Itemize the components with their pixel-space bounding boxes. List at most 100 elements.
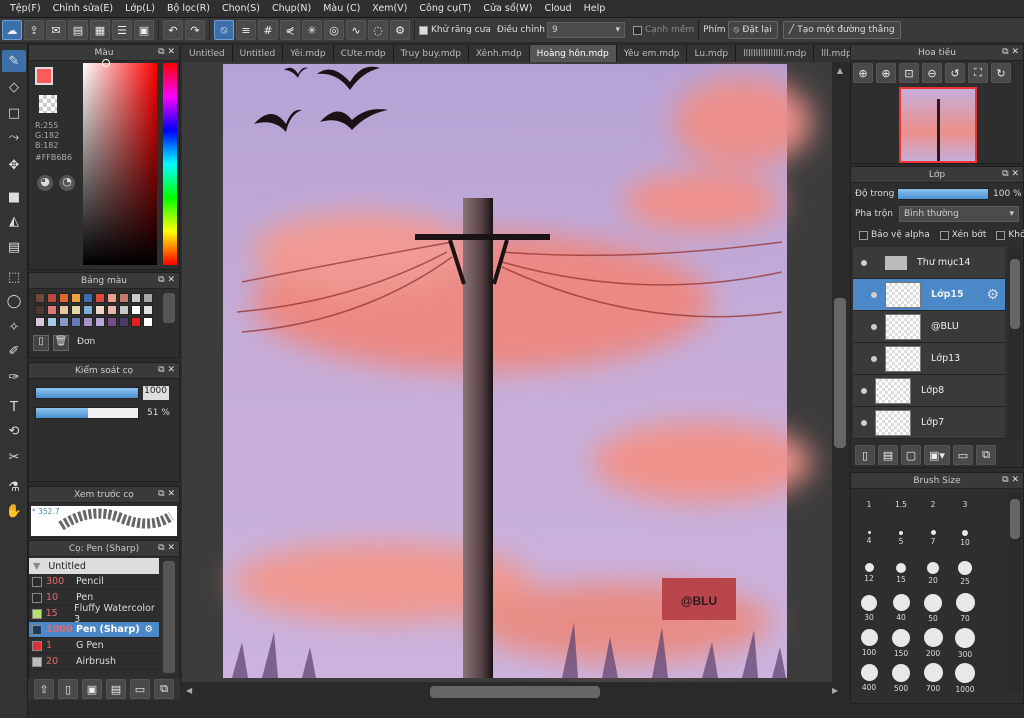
brush-size-option[interactable]: 700 [917,658,949,698]
move-tool-icon[interactable]: ✥ [2,154,26,176]
circle-snap-icon[interactable]: ◎ [324,20,344,40]
visibility-icon[interactable] [871,291,877,298]
eyedropper-tool-icon[interactable]: ⚗ [2,476,26,498]
add-brush-icon[interactable]: ▣ [82,679,102,699]
soft-edge-checkbox[interactable] [632,25,642,35]
operation-tool-icon[interactable]: ⟲ [2,420,26,442]
palette-swatch[interactable] [59,317,69,327]
palette-swatch[interactable] [131,305,141,315]
film-icon[interactable]: ▦ [90,20,110,40]
undo-icon[interactable]: ↶ [163,20,183,40]
palette-swatch[interactable] [47,317,57,327]
new-palette-icon[interactable]: ▯ [33,335,49,351]
protect-alpha-checkbox[interactable] [859,230,868,240]
grid-menu-icon[interactable]: ☰ [112,20,132,40]
color-wheel-icon[interactable]: ◔ [59,175,75,191]
brush-size-slider[interactable] [35,387,139,399]
layer-item[interactable]: Lớp8 [853,375,1005,407]
clip-checkbox[interactable] [939,230,949,240]
panel-controls-icon[interactable]: ⧉ ✕ [158,489,175,499]
panel-controls-icon[interactable]: ⧉ ✕ [158,543,175,553]
antialias-checkbox[interactable] [419,25,428,35]
menu-color[interactable]: Màu (C) [317,3,366,14]
add-layer-menu-icon[interactable]: ▣▾ [924,445,950,465]
fullscreen-icon[interactable]: ⛶ [968,63,988,83]
layer-opacity-slider[interactable] [897,188,989,200]
brush-list-scrollbar[interactable] [163,561,175,673]
brush-size-option[interactable]: 10 [949,518,981,558]
settings-snap-icon[interactable]: ⚙ [390,20,410,40]
menu-select[interactable]: Chọn(S) [216,3,266,14]
fill-rect-icon[interactable]: ■ [2,186,26,208]
brush-size-option[interactable]: 400 [853,658,885,698]
brush-tool-icon[interactable]: ✎ [2,50,26,72]
brush-size-option[interactable]: 2 [917,483,949,523]
menu-tools[interactable]: Công cụ(T) [413,3,477,14]
straight-line-button[interactable]: ╱ Tạo một đường thẳng [782,21,901,39]
gradient-tool-icon[interactable]: ▤ [2,236,26,258]
palette-swatch[interactable] [143,293,153,303]
brush-size-scrollbar[interactable] [1009,493,1021,693]
palette-swatch[interactable] [83,293,93,303]
rotate-right-icon[interactable]: ↻ [991,63,1011,83]
brush-size-option[interactable]: 1000 [949,658,981,698]
new-folder-icon[interactable]: ▭ [953,445,973,465]
brush-size-option[interactable]: 40 [885,588,917,628]
canvas-vertical-scrollbar[interactable]: ▲ [832,62,848,682]
divide-tool-icon[interactable]: ✂ [2,446,26,468]
palette-swatch[interactable] [107,317,117,327]
panel-controls-icon[interactable]: ⧉ ✕ [1002,169,1019,179]
comment-icon[interactable]: ▤ [68,20,88,40]
new-brush-icon[interactable]: ▯ [58,679,78,699]
visibility-icon[interactable] [861,419,867,426]
brush-size-option[interactable]: 100 [853,623,885,663]
bucket-tool-icon[interactable]: ◭ [2,210,26,232]
palette-swatch[interactable] [47,305,57,315]
snap-off-icon[interactable]: ⦸ [214,20,234,40]
palette-swatch[interactable] [59,305,69,315]
cloud-upload-icon[interactable]: ⇧ [34,679,54,699]
new-layer-icon[interactable]: ▯ [855,445,875,465]
layer-item[interactable]: Lớp7 [853,407,1005,439]
blend-mode-dropdown[interactable]: Bình thường ▾ [899,206,1019,222]
panel-controls-icon[interactable]: ⧉ ✕ [158,365,175,375]
antialias-toggle[interactable]: Khử răng cưa [419,25,491,35]
tab-document[interactable]: Yêi.mdp [283,45,334,62]
tab-document[interactable]: Truy buy.mdp [393,45,469,62]
shape-brush-icon[interactable]: ⤳ [2,126,26,148]
new-layer-8bit-icon[interactable]: ▤ [878,445,898,465]
palette-swatch[interactable] [107,293,117,303]
tab-document[interactable]: Lu.mdp [687,45,737,62]
brush-item[interactable]: 1 G Pen [29,638,159,654]
menu-capture[interactable]: Chụp(N) [266,3,317,14]
gear-icon[interactable]: ⚙ [986,287,999,303]
brush-size-option[interactable]: 12 [853,553,885,593]
eraser-tool-icon[interactable]: ◇ [2,76,26,98]
navigator-thumbnail[interactable] [899,87,977,163]
palette-swatch[interactable] [119,317,129,327]
brush-size-option[interactable]: 3 [949,483,981,523]
palette-swatch[interactable] [71,305,81,315]
tab-document[interactable]: llllllllllllllll.mdp [736,45,815,62]
palette-swatch[interactable] [107,305,117,315]
adjust-dropdown[interactable]: 9 ▾ [546,22,625,38]
tab-document[interactable]: Yêu em.mdp [616,45,688,62]
brush-size-value[interactable]: 1000 [143,386,169,400]
palette-swatch[interactable] [35,305,45,315]
menu-layer[interactable]: Lớp(L) [119,3,161,14]
brush-size-option[interactable]: 150 [885,623,917,663]
brush-item[interactable]: 20 Airbrush [29,654,159,670]
brush-group-header[interactable]: ▼ Untitled [29,558,159,574]
brush-item[interactable]: 1000 Pen (Sharp) ⚙ [29,622,159,638]
menu-cloud[interactable]: Cloud [538,3,577,14]
visibility-icon[interactable] [871,355,877,362]
scroll-right-icon[interactable]: ▶ [832,686,838,695]
parallel-snap-icon[interactable]: ≡ [236,20,256,40]
palette-swatch[interactable] [71,293,81,303]
brush-size-option[interactable]: 1.5 [885,483,917,523]
redo-icon[interactable]: ↷ [185,20,205,40]
brush-size-scroll-thumb[interactable] [1010,499,1020,539]
layer-item[interactable]: Lớp13 [853,343,1005,375]
palette-swatch[interactable] [35,293,45,303]
palette-swatch[interactable] [143,317,153,327]
